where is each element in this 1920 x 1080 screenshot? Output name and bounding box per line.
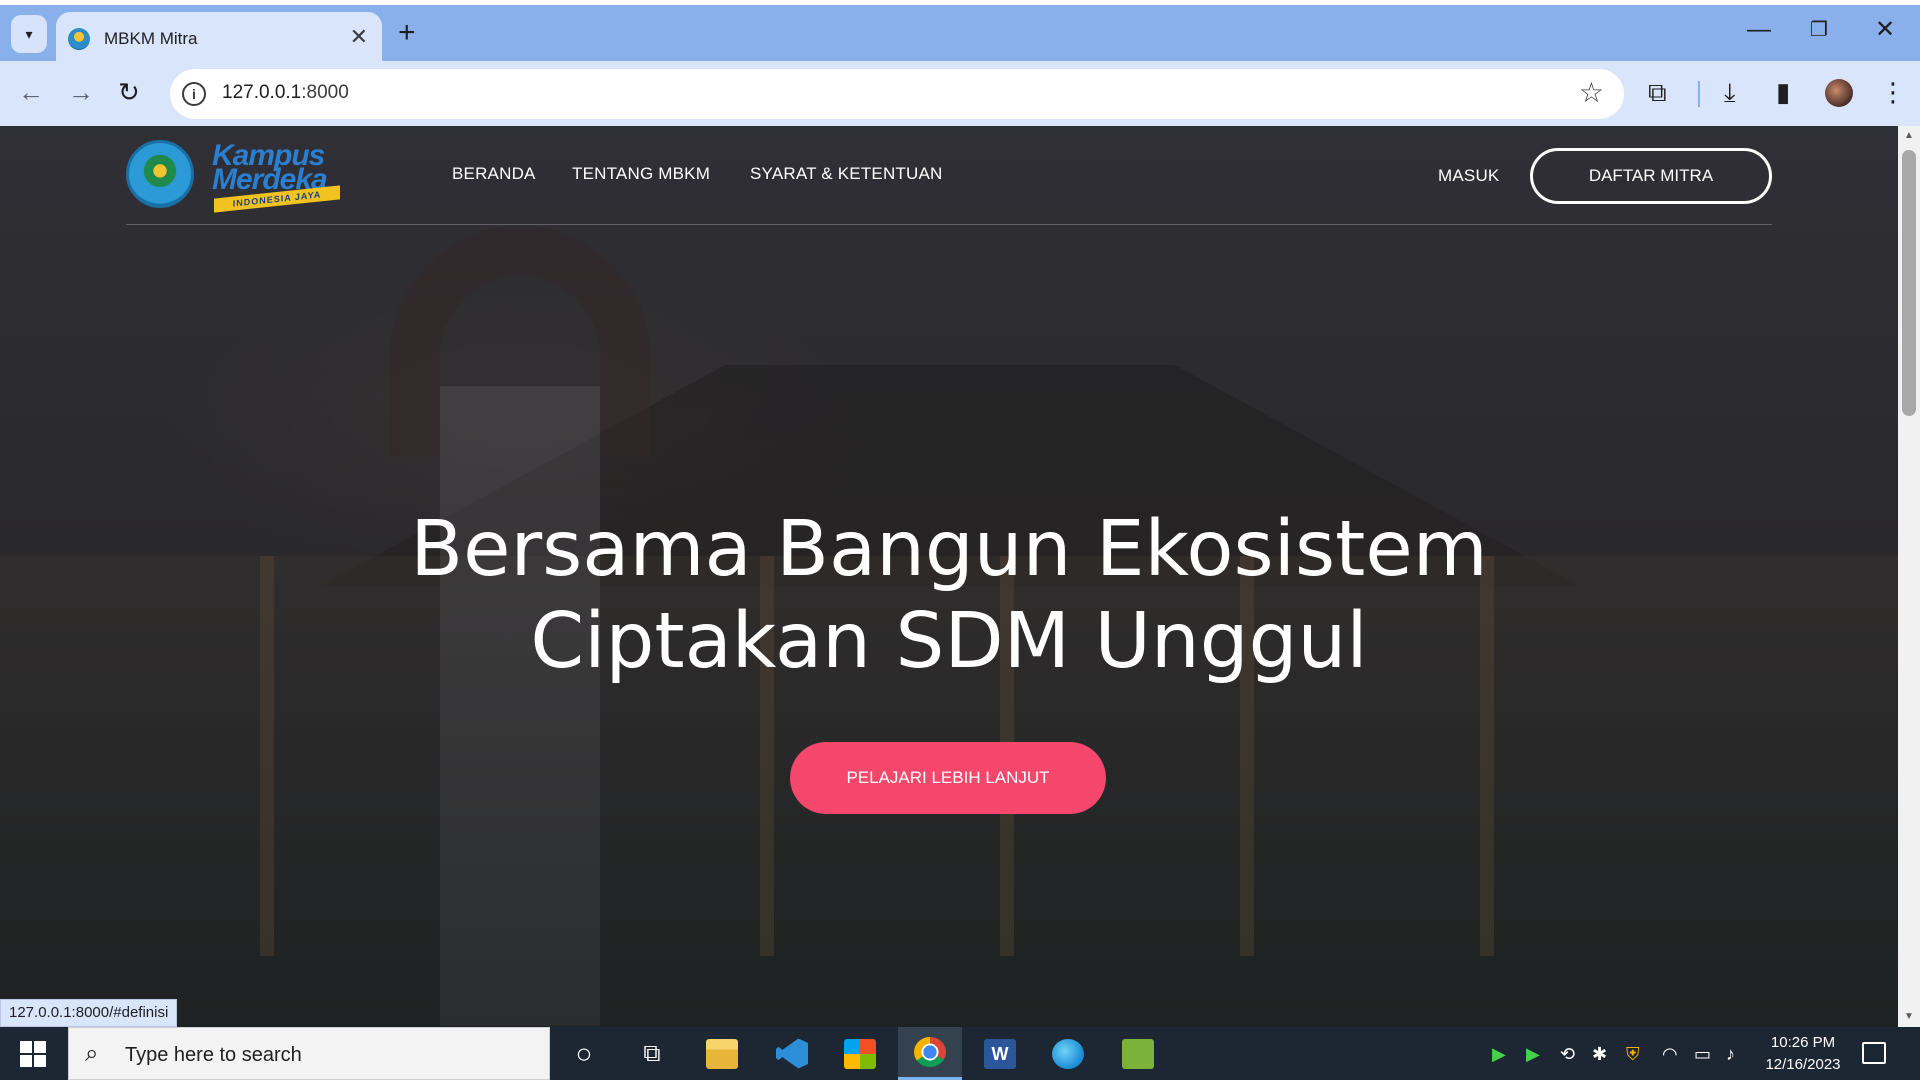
scroll-down-arrow-icon[interactable]: ▼ <box>1898 1007 1920 1027</box>
tray-app-icon[interactable]: ▶ <box>1492 1043 1506 1065</box>
nav-syarat-ketentuan[interactable]: SYARAT & KETENTUAN <box>750 164 943 184</box>
close-tab-icon[interactable]: ✕ <box>350 26 368 48</box>
favicon-icon <box>68 28 90 50</box>
tray-app-icon[interactable]: ▶ <box>1526 1043 1540 1065</box>
site-info-icon[interactable]: i <box>182 82 206 106</box>
hero-title: Bersama Bangun Ekosistem Ciptakan SDM Un… <box>0 504 1898 688</box>
side-panel-icon[interactable]: ▮ <box>1776 76 1790 108</box>
scrollbar-thumb[interactable] <box>1902 150 1916 416</box>
reload-button[interactable]: ↻ <box>118 77 140 107</box>
windows-taskbar: ⌕ Type here to search ○ ⧉ W ▶ ▶ ⟲ ✱ ⛨ ◠ … <box>0 1027 1920 1080</box>
daftar-mitra-button[interactable]: DAFTAR MITRA <box>1530 148 1772 204</box>
page-scrollbar[interactable]: ▲ ▼ <box>1898 126 1920 1027</box>
windows-start-icon[interactable] <box>20 1041 46 1067</box>
tab-search-button[interactable]: ▾ <box>11 15 47 53</box>
taskbar-clock[interactable]: 10:26 PM 12/16/2023 <box>1758 1032 1848 1076</box>
nav-masuk[interactable]: MASUK <box>1438 166 1499 186</box>
notification-center-icon[interactable] <box>1862 1042 1886 1064</box>
site-header: Kampus Merdeka INDONESIA JAYA BERANDA TE… <box>126 126 1772 225</box>
address-url[interactable]: 127.0.0.1:8000 <box>222 82 349 104</box>
edge-icon[interactable] <box>1036 1027 1100 1080</box>
browser-menu-icon[interactable]: ⋮ <box>1880 76 1906 108</box>
browser-toolbar: ← → ↻ i 127.0.0.1:8000 ☆ ⧉ ⤓ ▮ ⋮ <box>0 61 1920 126</box>
chrome-icon[interactable] <box>898 1027 962 1080</box>
nav-tentang-mbkm[interactable]: TENTANG MBKM <box>572 164 710 184</box>
app-icon[interactable] <box>1106 1027 1170 1080</box>
url-port: :8000 <box>301 82 349 103</box>
minimize-window-button[interactable]: — <box>1747 15 1771 45</box>
background-monument-arch <box>390 226 650 456</box>
restore-window-button[interactable]: ❐ <box>1810 15 1828 45</box>
page-viewport: Kampus Merdeka INDONESIA JAYA BERANDA TE… <box>0 126 1898 1027</box>
forward-button[interactable]: → <box>68 77 94 107</box>
profile-avatar[interactable] <box>1825 79 1853 107</box>
hero-title-line-1: Bersama Bangun Ekosistem <box>410 505 1488 594</box>
task-view-icon[interactable]: ⧉ <box>620 1027 684 1080</box>
browser-tab-active[interactable]: MBKM Mitra ✕ <box>56 12 382 66</box>
vscode-icon[interactable] <box>760 1027 824 1080</box>
tray-settings-icon[interactable]: ✱ <box>1592 1043 1607 1065</box>
chevron-down-icon: ▾ <box>25 25 33 42</box>
word-icon[interactable]: W <box>968 1027 1032 1080</box>
background-monument <box>440 386 600 1026</box>
browser-titlebar: ▾ MBKM Mitra ✕ + — ❐ ✕ <box>0 0 1920 66</box>
volume-icon[interactable]: ♪ <box>1726 1043 1735 1065</box>
toolbar-separator <box>1698 81 1700 107</box>
wifi-icon[interactable]: ◠ <box>1662 1043 1678 1065</box>
kampus-merdeka-logo[interactable]: Kampus Merdeka INDONESIA JAYA <box>212 141 342 213</box>
tray-security-icon[interactable]: ⛨ <box>1626 1043 1640 1065</box>
battery-icon[interactable]: ▭ <box>1694 1043 1711 1065</box>
url-host: 127.0.0.1 <box>222 82 302 103</box>
university-emblem-logo[interactable] <box>126 140 194 208</box>
close-window-button[interactable]: ✕ <box>1875 15 1895 45</box>
back-button[interactable]: ← <box>18 77 44 107</box>
file-explorer-icon[interactable] <box>690 1027 754 1080</box>
scroll-up-arrow-icon[interactable]: ▲ <box>1898 126 1920 146</box>
taskbar-search-placeholder: Type here to search <box>125 1044 302 1066</box>
bookmark-star-icon[interactable]: ☆ <box>1579 77 1604 109</box>
new-tab-button[interactable]: + <box>398 18 416 48</box>
tray-sync-icon[interactable]: ⟲ <box>1560 1043 1575 1065</box>
microsoft-store-icon[interactable] <box>828 1027 892 1080</box>
nav-beranda[interactable]: BERANDA <box>452 164 536 184</box>
taskbar-search-box[interactable]: ⌕ Type here to search <box>68 1027 550 1080</box>
search-icon: ⌕ <box>85 1040 99 1067</box>
address-bar[interactable]: i 127.0.0.1:8000 ☆ <box>170 69 1624 119</box>
download-icon[interactable]: ⤓ <box>1724 76 1736 108</box>
clock-date: 12/16/2023 <box>1765 1056 1841 1073</box>
hero-title-line-2: Ciptakan SDM Unggul <box>530 597 1368 686</box>
clock-time: 10:26 PM <box>1770 1034 1836 1051</box>
cortana-icon[interactable]: ○ <box>552 1027 616 1080</box>
learn-more-button[interactable]: PELAJARI LEBIH LANJUT <box>790 742 1106 814</box>
tab-title: MBKM Mitra <box>104 29 198 48</box>
link-status-bubble: 127.0.0.1:8000/#definisi <box>0 999 178 1027</box>
extensions-icon[interactable]: ⧉ <box>1648 76 1667 108</box>
